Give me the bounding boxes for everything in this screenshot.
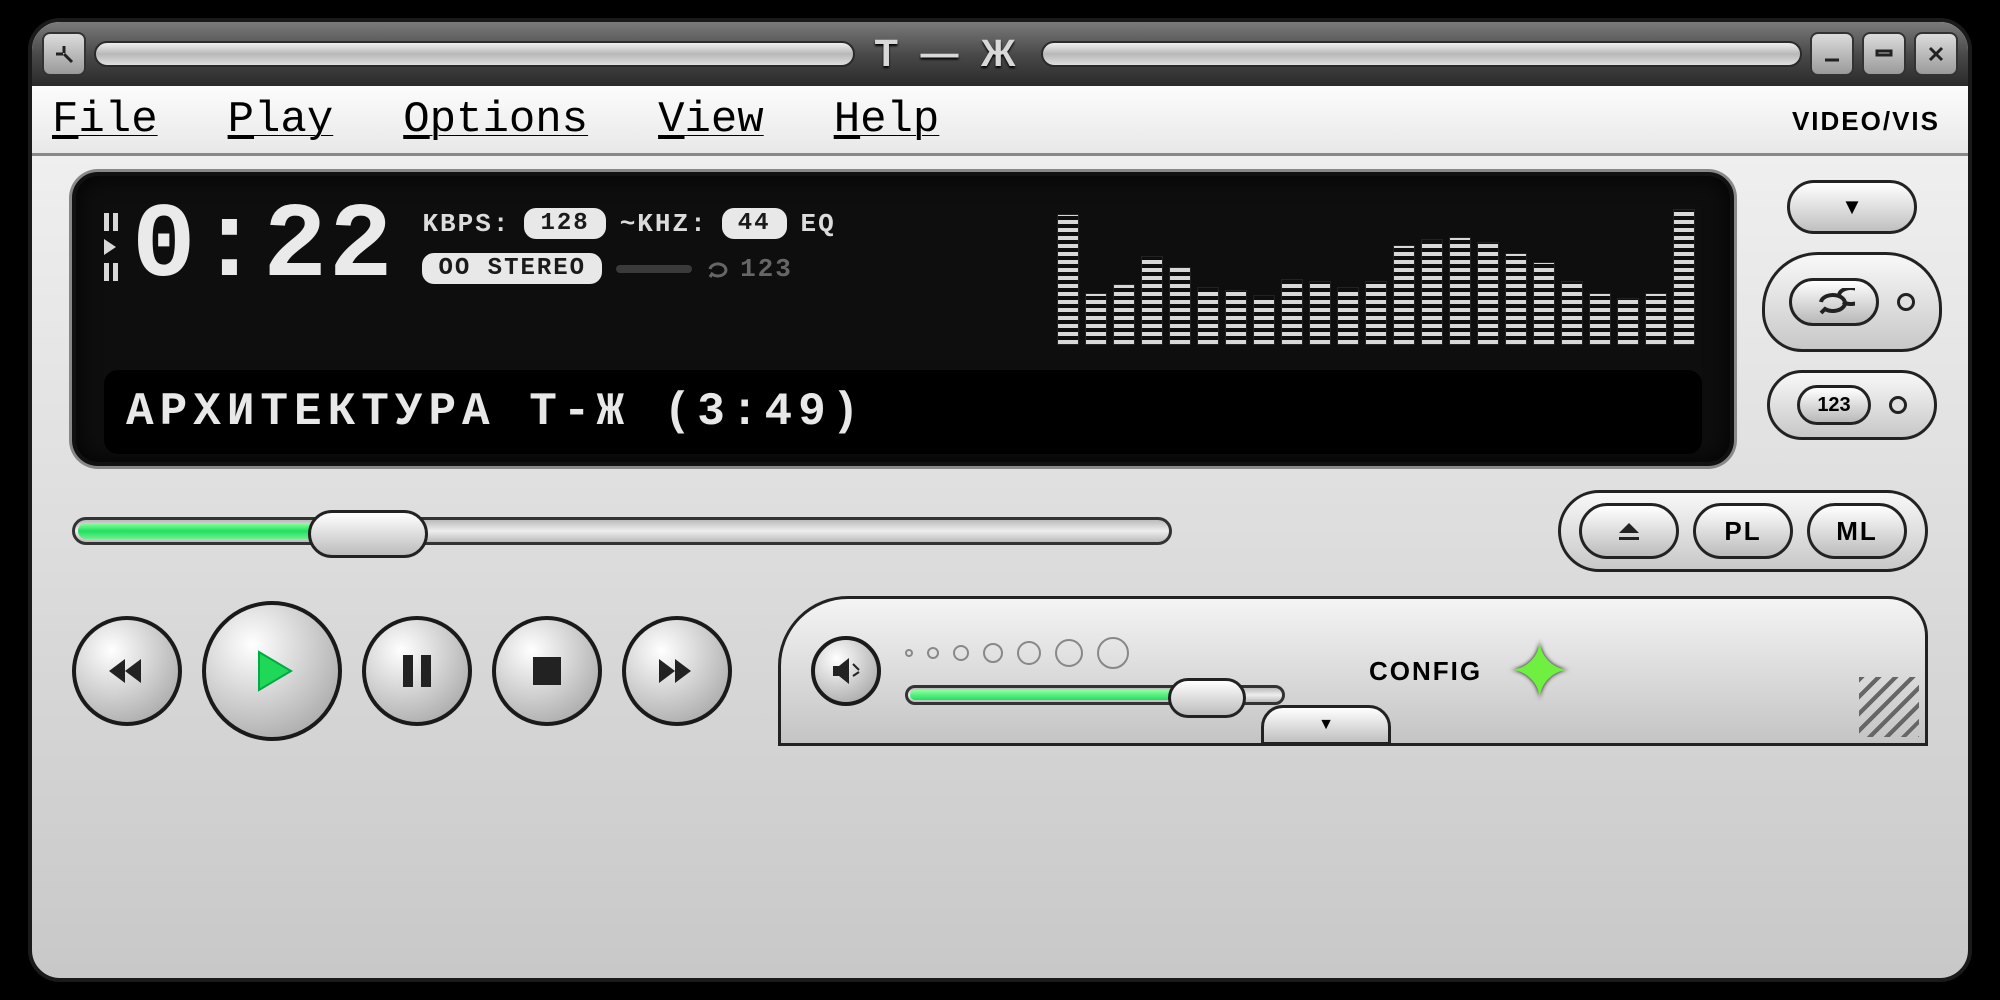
playlist-button[interactable]: PL: [1693, 503, 1793, 559]
elapsed-time: 0:22: [132, 194, 394, 300]
play-button[interactable]: [202, 601, 342, 741]
minimize-button[interactable]: [1810, 32, 1854, 76]
track-title-strip[interactable]: АРХИТЕКТУРА Т-Ж (3:49): [104, 370, 1702, 454]
volume-thumb[interactable]: [1168, 678, 1246, 718]
close-button[interactable]: [1914, 32, 1958, 76]
titlebar-grip-left: [94, 41, 855, 67]
mute-button[interactable]: [811, 636, 881, 706]
pause-button[interactable]: [362, 616, 472, 726]
volume-scale-dots: [905, 637, 1285, 669]
shuffle-label: 123: [1797, 385, 1871, 425]
config-label: CONFIG: [1369, 656, 1482, 687]
previous-button[interactable]: [72, 616, 182, 726]
menu-view[interactable]: View: [658, 95, 764, 145]
repeat-indicator: 123: [706, 254, 793, 284]
lcd-display: 0:22 KBPS: 128 ~KHZ: 44 EQ OO STEREO: [72, 172, 1734, 466]
kbps-label: KBPS:: [422, 209, 510, 239]
track-title: АРХИТЕКТУРА Т-Ж (3:49): [126, 386, 1680, 438]
volume-slider[interactable]: [905, 685, 1285, 705]
menu-file[interactable]: File: [52, 95, 158, 145]
medialib-button[interactable]: ML: [1807, 503, 1907, 559]
khz-label: ~KHZ:: [620, 209, 708, 239]
volume-panel: CONFIG ✦ ▼: [778, 596, 1928, 746]
stereo-indicator: OO STEREO: [422, 253, 602, 284]
shuffle-toggle[interactable]: 123: [1767, 370, 1937, 440]
media-player-window: T — Ж File Play Options View Help VIDEO/…: [28, 18, 1972, 982]
menu-options[interactable]: Options: [403, 95, 588, 145]
menu-play[interactable]: Play: [228, 95, 334, 145]
titlebar-grip-right: [1041, 41, 1802, 67]
videovis-label: VIDEO/VIS: [1792, 106, 1940, 137]
seek-slider[interactable]: [72, 517, 1172, 545]
system-menu-button[interactable]: [42, 32, 86, 76]
stream-info: KBPS: 128 ~KHZ: 44 EQ OO STEREO 123: [422, 194, 835, 284]
eq-label[interactable]: EQ: [801, 209, 836, 239]
spectrum-visualizer[interactable]: [864, 194, 1702, 344]
play-indicator-icon: [104, 213, 118, 281]
kbps-value: 128: [524, 208, 605, 239]
balance-slider[interactable]: [616, 265, 692, 273]
config-dropdown[interactable]: ▼: [1261, 705, 1391, 745]
videovis-dropdown[interactable]: ▼: [1787, 180, 1917, 234]
app-logo: T — Ж: [863, 33, 1034, 76]
titlebar: T — Ж: [32, 22, 1968, 86]
window-cluster: PL ML: [1558, 490, 1928, 572]
seek-progress: [78, 523, 341, 539]
menu-help[interactable]: Help: [834, 95, 940, 145]
stop-button[interactable]: [492, 616, 602, 726]
repeat-led: [1897, 293, 1915, 311]
seek-thumb[interactable]: [308, 510, 428, 558]
eject-button[interactable]: [1579, 503, 1679, 559]
right-controls: ▼ 123: [1752, 172, 1952, 466]
repeat-icon: [1789, 278, 1879, 326]
time-display[interactable]: 0:22: [104, 194, 394, 300]
next-button[interactable]: [622, 616, 732, 726]
resize-grip[interactable]: [1859, 677, 1919, 737]
khz-value: 44: [722, 208, 787, 239]
shuffle-led: [1889, 396, 1907, 414]
restore-button[interactable]: [1862, 32, 1906, 76]
star-icon[interactable]: ✦: [1506, 625, 1573, 718]
repeat-toggle[interactable]: [1762, 252, 1942, 352]
menubar: File Play Options View Help VIDEO/VIS: [32, 86, 1968, 156]
volume-fill: [910, 690, 1209, 700]
